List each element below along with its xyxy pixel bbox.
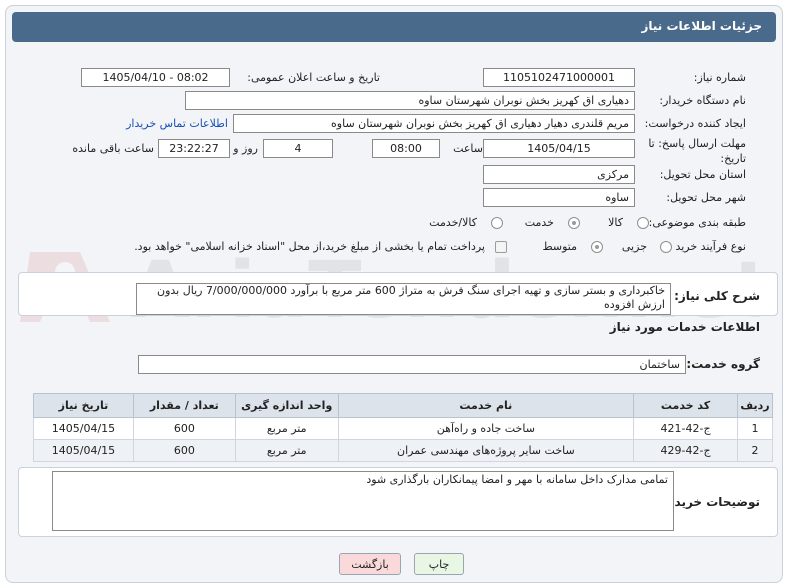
deadline-date-field: 1405/04/15 <box>483 139 635 158</box>
remaining-label: ساعت باقی مانده <box>72 142 154 155</box>
cell-unit: متر مربع <box>234 417 339 440</box>
description-textarea[interactable]: خاکبرداری و بستر سازی و تهیه اجرای سنگ ف… <box>136 283 671 315</box>
city-field: ساوه <box>483 188 635 207</box>
table-row[interactable]: 1405/04/15 600 متر مربع ساخت سایر پروژه‌… <box>33 439 774 462</box>
city-label: شهر محل تحویل: <box>666 191 746 204</box>
page-title: جزئیات اطلاعات نیاز <box>641 19 762 33</box>
title-bar: جزئیات اطلاعات نیاز <box>12 12 776 42</box>
buyer-org-label: نام دستگاه خریدار: <box>659 94 746 107</box>
payment-note: پرداخت تمام یا بخشی از مبلغ خرید،از محل … <box>134 240 485 253</box>
category-option-service: خدمت <box>524 216 554 229</box>
category-radio-goods[interactable] <box>637 217 649 229</box>
need-number-label: شماره نیاز: <box>693 71 746 84</box>
cell-need-date: 1405/04/15 <box>33 417 134 440</box>
cell-unit: متر مربع <box>234 439 339 462</box>
process-option-medium: متوسط <box>542 240 577 253</box>
table-row[interactable]: 1405/04/15 600 متر مربع ساخت جاده و راه‌… <box>33 417 774 440</box>
deadline-time-field: 08:00 <box>372 139 440 158</box>
deadline-label: مهلت ارسال پاسخ: تا تاریخ: <box>648 137 746 165</box>
description-label: شرح کلی نیاز: <box>674 289 760 303</box>
creator-field: مریم قلندری دهیار دهیاری اق کهریز بخش نو… <box>233 114 635 133</box>
category-radio-service[interactable] <box>568 217 580 229</box>
need-number-field: 1105102471000001 <box>483 68 635 87</box>
col-need-date: تاریخ نیاز <box>33 393 134 418</box>
days-label: روز و <box>233 142 258 155</box>
announce-datetime-label: تاریخ و ساعت اعلان عمومی: <box>247 71 380 84</box>
cell-row-number: 2 <box>736 439 774 462</box>
col-row: ردیف <box>736 393 774 418</box>
cell-service-name: ساخت سایر پروژه‌های مهندسی عمران <box>337 439 635 462</box>
buyer-notes-textarea[interactable]: تمامی مدارک داخل سامانه با مهر و امضا پی… <box>52 471 674 531</box>
table-header-row: تاریخ نیاز تعداد / مقدار واحد اندازه گیر… <box>33 393 774 418</box>
col-unit: واحد اندازه گیری <box>234 393 339 418</box>
cell-service-code: ج-42-421 <box>633 417 738 440</box>
cell-quantity: 600 <box>132 417 236 440</box>
category-option-goods-service: کالا/خدمت <box>429 216 477 229</box>
province-field: مرکزی <box>483 165 635 184</box>
announce-datetime-field: 1405/04/10 - 08:02 <box>81 68 230 87</box>
category-option-goods: کالا <box>608 216 623 229</box>
process-radio-minor[interactable] <box>660 241 672 253</box>
buyer-contact-link[interactable]: اطلاعات تماس خریدار <box>126 117 228 130</box>
cell-service-name: ساخت جاده و راه‌آهن <box>337 417 635 440</box>
buyer-org-field: دهیاری اق کهریز بخش نوبران شهرستان ساوه <box>185 91 635 110</box>
service-group-field: ساختمان <box>138 355 686 374</box>
back-button[interactable]: بازگشت <box>339 553 401 575</box>
treasury-payment-checkbox[interactable] <box>495 241 507 253</box>
cell-quantity: 600 <box>132 439 236 462</box>
col-service-name: نام خدمت <box>337 393 635 418</box>
category-radio-goods-service[interactable] <box>491 217 503 229</box>
remaining-time-field: 23:22:27 <box>158 139 230 158</box>
cell-row-number: 1 <box>736 417 774 440</box>
print-button[interactable]: چاپ <box>414 553 464 575</box>
province-label: استان محل تحویل: <box>659 168 746 181</box>
col-quantity: تعداد / مقدار <box>132 393 236 418</box>
col-service-code: کد خدمت <box>633 393 738 418</box>
days-field: 4 <box>263 139 333 158</box>
cell-need-date: 1405/04/15 <box>33 439 134 462</box>
services-table: تاریخ نیاز تعداد / مقدار واحد اندازه گیر… <box>33 393 774 462</box>
process-radio-medium[interactable] <box>591 241 603 253</box>
creator-label: ایجاد کننده درخواست: <box>644 117 746 130</box>
process-option-minor: جزیی <box>621 240 647 253</box>
category-label: طبقه بندی موضوعی: <box>648 216 746 229</box>
time-label: ساعت <box>453 142 483 155</box>
cell-service-code: ج-42-429 <box>633 439 738 462</box>
service-group-label: گروه خدمت: <box>686 357 760 371</box>
services-heading: اطلاعات خدمات مورد نیاز <box>609 320 760 334</box>
process-label: نوع فرآیند خرید : <box>668 240 746 253</box>
